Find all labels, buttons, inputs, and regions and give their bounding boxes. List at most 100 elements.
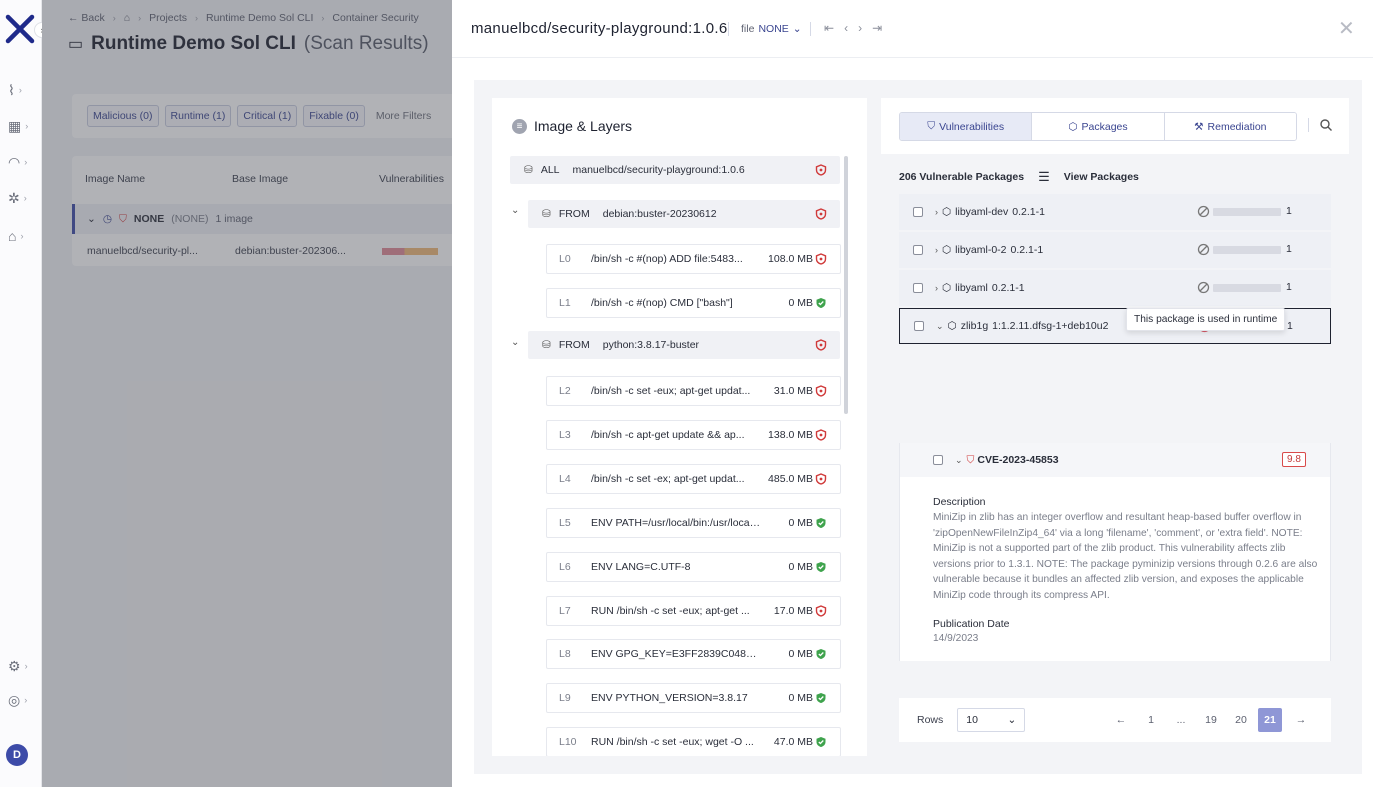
last-icon[interactable]: ⇥ <box>872 21 882 35</box>
close-icon[interactable]: ✕ <box>1338 16 1355 41</box>
file-label: file <box>741 23 755 35</box>
package-name-text: zlib1g <box>960 320 989 332</box>
nav-learning[interactable]: ⌂ › <box>8 226 38 246</box>
drawer-title: manuelbcd/security-playground:1.0.6 <box>471 20 728 37</box>
chart-icon: ⌇ <box>8 81 15 98</box>
page-21-current[interactable]: 21 <box>1258 708 1282 732</box>
layer-row[interactable]: L0/bin/sh -c #(nop) ADD file:5483... 108.… <box>546 244 841 274</box>
layers-icon: ≡ <box>512 118 527 134</box>
rows-per-page-select[interactable]: 10 ⌄ <box>957 708 1026 732</box>
shield-check-icon <box>816 562 826 572</box>
runtime-tooltip: This package is used in runtime <box>1126 308 1286 331</box>
next-icon[interactable]: › <box>858 21 862 35</box>
package-name: ⬡ zlib1g 1:1.2.11.dfsg-1+deb10u2 <box>948 320 1109 332</box>
tab-remediation[interactable]: ⚒ Remediation <box>1164 113 1296 140</box>
filter-icon[interactable]: ☰ <box>1038 169 1050 185</box>
layer-row[interactable]: L5 ENV PATH=/usr/local/bin:/usr/local/s..… <box>546 508 841 538</box>
package-checkbox[interactable] <box>913 245 923 255</box>
shield-alert-icon: ⛉ <box>966 453 975 466</box>
layer-row[interactable]: L9 ENV PYTHON_VERSION=3.8.17 0 MB <box>546 683 841 713</box>
chevron-right-icon[interactable]: › <box>935 283 938 293</box>
all-label: ALL <box>540 164 560 176</box>
layer-row[interactable]: L4/bin/sh -c set -ex; apt-get updat... 48… <box>546 464 841 494</box>
page-19[interactable]: 19 <box>1199 708 1223 732</box>
tab-vulnerabilities[interactable]: ⛉ Vulnerabilities <box>900 113 1033 140</box>
chevron-down-icon[interactable]: ⌄ <box>955 455 963 466</box>
package-checkbox[interactable] <box>913 207 923 217</box>
description-label: Description <box>933 496 986 508</box>
package-version: 0.2.1-1 <box>1010 244 1044 256</box>
chevron-right-icon[interactable]: › <box>935 245 938 255</box>
page-ellipsis: ... <box>1176 714 1186 726</box>
page-20[interactable]: 20 <box>1229 708 1253 732</box>
layer-row[interactable]: L7 RUN /bin/sh -c set -eux; apt-get ... 17… <box>546 596 841 626</box>
package-version: 0.2.1-1 <box>1012 206 1045 218</box>
layers-scrollbar[interactable] <box>844 156 848 414</box>
cve-id[interactable]: CVE-2023-45853 <box>977 454 1058 466</box>
severity-bar <box>1213 246 1281 254</box>
package-checkbox[interactable] <box>914 321 924 331</box>
cve-checkbox[interactable] <box>933 455 943 465</box>
chevron-right-icon: › <box>24 157 28 167</box>
not-runtime-icon[interactable] <box>1197 281 1210 294</box>
shield-alert-icon <box>815 208 827 220</box>
chevron-right-icon[interactable]: › <box>935 207 938 217</box>
nav-runtime[interactable]: ◠ › <box>8 152 38 172</box>
package-row[interactable]: › ⬡ libyaml-0-2 0.2.1-1 1 <box>899 232 1331 268</box>
page-1[interactable]: 1 <box>1139 708 1163 732</box>
not-runtime-icon[interactable] <box>1197 243 1210 256</box>
radar-icon: ◠ <box>8 153 21 170</box>
nav-scans[interactable]: ✲ › <box>8 188 38 208</box>
file-selector[interactable]: file NONE ⌄ <box>741 23 802 35</box>
next-page-icon[interactable]: → <box>1289 708 1313 732</box>
package-checkbox[interactable] <box>913 283 923 293</box>
cve-row[interactable]: ⌄ ⛉ CVE-2023-45853 9.8 <box>900 443 1330 477</box>
package-row[interactable]: › ⬡ libyaml 0.2.1-1 1 <box>899 270 1331 306</box>
nav-settings[interactable]: ⚙ › <box>8 656 38 676</box>
layer-all-row[interactable]: ⛁ ALL manuelbcd/security-playground:1.0.… <box>510 156 840 184</box>
layer-from-row[interactable]: ⛁ FROM debian:buster-20230612 <box>528 200 840 228</box>
modal-backdrop[interactable] <box>42 0 452 787</box>
tab-packages[interactable]: ⬡ Packages <box>1032 113 1165 140</box>
view-packages-button[interactable]: View Packages <box>1064 171 1139 183</box>
layer-size: 138.0 MB <box>768 429 813 441</box>
layer-row[interactable]: L2/bin/sh -c set -eux; apt-get updat... 3… <box>546 376 841 406</box>
description-text: MiniZip in zlib has an integer overflow … <box>933 512 1318 601</box>
chevron-right-icon: › <box>18 85 22 95</box>
layer-command: /bin/sh -c #(nop) ADD file:5483... <box>591 253 743 265</box>
not-runtime-icon[interactable] <box>1197 205 1210 218</box>
layer-size: 485.0 MB <box>768 473 813 485</box>
layer-row[interactable]: L1/bin/sh -c #(nop) CMD ["bash"] 0 MB <box>546 288 841 318</box>
grid-icon: ▦ <box>8 117 22 134</box>
app-logo-icon[interactable] <box>5 14 35 44</box>
database-icon: ⛁ <box>542 339 551 351</box>
vuln-count: 1 <box>1286 205 1292 217</box>
chevron-down-icon[interactable]: ⌄ <box>511 337 519 348</box>
nav-analytics[interactable]: ⌇ › <box>8 80 38 100</box>
layer-command: /bin/sh -c set -ex; apt-get updat... <box>591 473 745 485</box>
first-icon[interactable]: ⇤ <box>824 21 834 35</box>
layer-from-row[interactable]: ⛁ FROM python:3.8.17-buster <box>528 331 840 359</box>
shield-alert-icon <box>815 339 827 351</box>
vuln-count: 1 <box>1287 320 1293 332</box>
nav-global[interactable]: ◎ › <box>8 690 38 710</box>
shield-check-icon <box>816 298 826 308</box>
prev-page-icon[interactable]: ← <box>1109 708 1133 732</box>
nav-dashboard[interactable]: ▦ › <box>8 116 38 136</box>
package-row[interactable]: › ⬡ libyaml-dev 0.2.1-1 1 <box>899 194 1331 230</box>
layer-row[interactable]: L6 ENV LANG=C.UTF-8 0 MB <box>546 552 841 582</box>
search-icon[interactable] <box>1319 118 1333 132</box>
all-value: manuelbcd/security-playground:1.0.6 <box>572 164 745 176</box>
chevron-right-icon: › <box>24 661 28 671</box>
shield-check-icon <box>816 518 826 528</box>
chevron-down-icon[interactable]: ⌄ <box>936 321 944 332</box>
shield-alert-icon <box>815 253 827 265</box>
layer-row[interactable]: L10 RUN /bin/sh -c set -eux; wget -O ... 4… <box>546 727 841 756</box>
chevron-down-icon[interactable]: ⌄ <box>511 205 519 216</box>
publication-date: 14/9/2023 <box>933 633 979 644</box>
user-avatar[interactable]: D <box>6 744 28 766</box>
tab-label: Packages <box>1081 120 1128 133</box>
prev-icon[interactable]: ‹ <box>844 21 848 35</box>
layer-row[interactable]: L3/bin/sh -c apt-get update && ap... 138.… <box>546 420 841 450</box>
layer-row[interactable]: L8 ENV GPG_KEY=E3FF2839C048B25... 0 MB <box>546 639 841 669</box>
